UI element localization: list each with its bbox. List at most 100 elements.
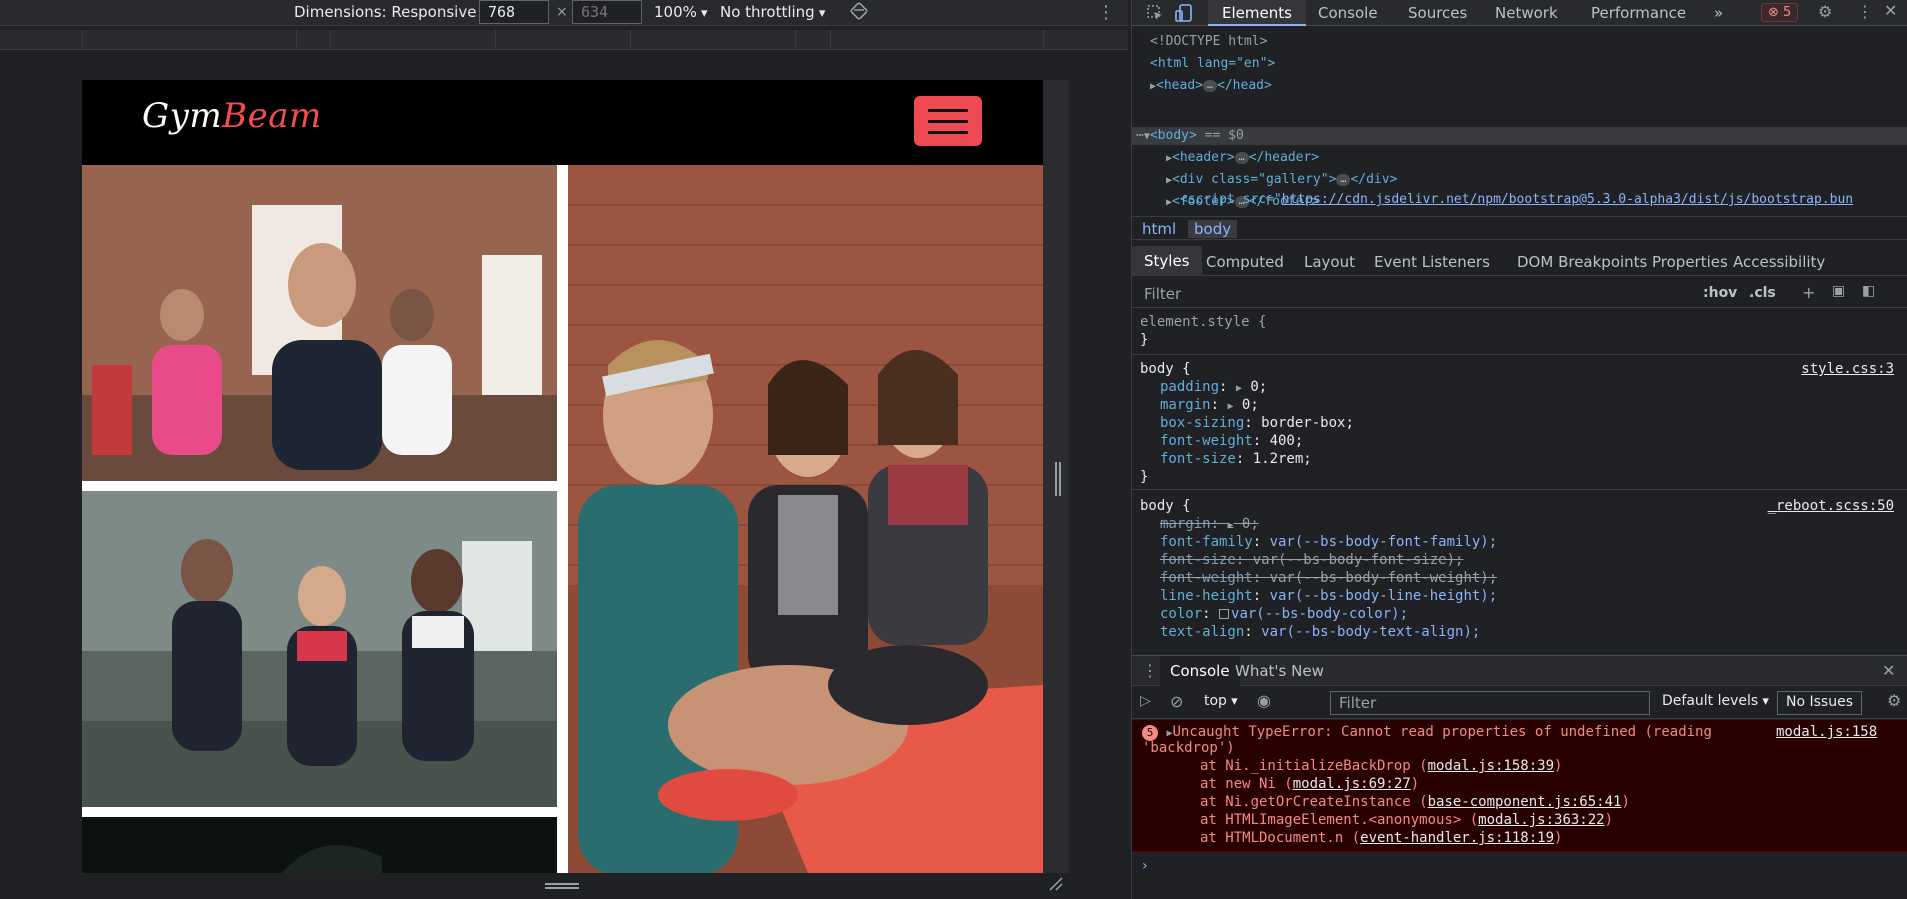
- breadcrumb-html[interactable]: html: [1142, 220, 1176, 238]
- color-swatch[interactable]: [1219, 609, 1230, 619]
- frame-link[interactable]: modal.js:363:22: [1478, 812, 1604, 828]
- tab-elements[interactable]: Elements: [1208, 0, 1306, 26]
- resize-handle-horizontal[interactable]: [1055, 462, 1061, 496]
- rule-selector[interactable]: body {: [1140, 361, 1191, 377]
- tab-computed[interactable]: Computed: [1206, 253, 1284, 271]
- clear-console-icon[interactable]: ⊘: [1170, 692, 1183, 711]
- style-property-overridden[interactable]: font-size: var(--bs-body-font-size);: [1160, 552, 1463, 568]
- tab-performance[interactable]: Performance: [1591, 4, 1686, 22]
- dom-header-node[interactable]: ▶<header>… </header>: [1166, 150, 1319, 165]
- live-expression-eye-icon[interactable]: ◉: [1257, 691, 1271, 710]
- collapsed-ellipsis[interactable]: …: [1203, 79, 1218, 92]
- settings-gear-icon[interactable]: ⚙: [1818, 2, 1832, 21]
- style-property-overridden[interactable]: margin: ▶ 0;: [1160, 516, 1259, 532]
- drawer-tab-console[interactable]: Console: [1160, 656, 1240, 686]
- new-style-rule-icon[interactable]: +: [1802, 283, 1815, 302]
- console-filter-input[interactable]: Filter: [1330, 691, 1650, 715]
- resize-handle-vertical[interactable]: [545, 883, 579, 889]
- sidebar-toggle-icon[interactable]: ▷: [1140, 693, 1151, 709]
- context-selector[interactable]: top: [1204, 693, 1238, 709]
- paint-roller-icon[interactable]: ▣: [1832, 283, 1845, 299]
- cls-toggle[interactable]: .cls: [1749, 285, 1776, 301]
- frame-link[interactable]: modal.js:69:27: [1293, 776, 1411, 792]
- tab-network[interactable]: Network: [1495, 4, 1558, 22]
- style-property[interactable]: text-align: var(--bs-body-text-align);: [1160, 624, 1480, 640]
- style-property[interactable]: margin: ▶ 0;: [1160, 397, 1259, 413]
- gallery-image-dumbbell-class[interactable]: [82, 165, 557, 481]
- log-levels-dropdown[interactable]: Default levels: [1662, 693, 1769, 709]
- more-tabs-icon[interactable]: »: [1714, 4, 1723, 22]
- collapsed-ellipsis[interactable]: …: [1336, 173, 1351, 186]
- element-style-selector[interactable]: element.style {: [1140, 314, 1266, 330]
- gallery-image-kneeling-women[interactable]: [82, 491, 557, 807]
- style-property[interactable]: box-sizing: border-box;: [1160, 415, 1354, 431]
- breadcrumb-body[interactable]: body: [1188, 220, 1238, 238]
- close-drawer-icon[interactable]: ✕: [1882, 661, 1895, 680]
- collapsed-ellipsis[interactable]: …: [1234, 151, 1249, 164]
- style-property[interactable]: color: var(--bs-body-color);: [1160, 606, 1408, 622]
- console-prompt[interactable]: ›: [1142, 858, 1148, 874]
- style-property[interactable]: font-weight: 400;: [1160, 433, 1303, 449]
- error-source-link[interactable]: modal.js:158: [1776, 724, 1877, 740]
- tab-event-listeners[interactable]: Event Listeners: [1374, 253, 1490, 271]
- more-options-icon[interactable]: ⋮: [1857, 2, 1873, 21]
- styles-filter-input[interactable]: Filter: [1144, 285, 1181, 303]
- tab-sources[interactable]: Sources: [1408, 4, 1467, 22]
- tab-accessibility[interactable]: Accessibility: [1733, 253, 1825, 271]
- drawer-menu-icon[interactable]: ⋮: [1142, 661, 1158, 680]
- site-logo[interactable]: GymBeam: [142, 96, 322, 136]
- resize-corner-icon[interactable]: [1048, 876, 1064, 892]
- style-property[interactable]: font-family: var(--bs-body-font-family);: [1160, 534, 1497, 550]
- drawer-tab-whats-new[interactable]: What's New: [1235, 662, 1324, 680]
- dom-head-node[interactable]: ▶<head>… </head>: [1150, 78, 1272, 93]
- style-property[interactable]: font-size: 1.2rem;: [1160, 451, 1312, 467]
- script-src-link[interactable]: https://cdn.jsdelivr.net/npm/bootstrap@5…: [1282, 192, 1853, 207]
- style-property[interactable]: line-height: var(--bs-body-line-height);: [1160, 588, 1497, 604]
- dom-gallery-node[interactable]: ▶<div class="gallery">… </div>: [1166, 172, 1397, 187]
- toggle-sidebar-icon[interactable]: ◧: [1862, 283, 1875, 299]
- tab-properties[interactable]: Properties: [1652, 253, 1728, 271]
- frame-link[interactable]: base-component.js:65:41: [1428, 794, 1622, 810]
- node-more-icon[interactable]: ⋯: [1136, 128, 1144, 143]
- error-count-badge[interactable]: ⊗ 5: [1761, 3, 1799, 22]
- stack-frame: at new Ni (modal.js:69:27): [1200, 776, 1419, 792]
- expand-arrow-icon[interactable]: ▶: [1227, 520, 1233, 531]
- style-property[interactable]: padding: ▶ 0;: [1160, 379, 1267, 395]
- tab-console[interactable]: Console: [1318, 4, 1378, 22]
- rotate-icon[interactable]: [850, 2, 868, 20]
- dom-html-node[interactable]: <html lang="en">: [1150, 56, 1275, 71]
- hamburger-menu-button[interactable]: [914, 96, 982, 146]
- tab-styles[interactable]: Styles: [1132, 246, 1202, 276]
- rule-selector[interactable]: body {: [1140, 498, 1191, 514]
- width-input[interactable]: [479, 0, 549, 24]
- dom-script-row[interactable]: <script src="https://cdn.jsdelivr.net/np…: [1132, 192, 1907, 210]
- dimensions-dropdown[interactable]: Dimensions: Responsive: [294, 3, 487, 21]
- gallery-image-partial[interactable]: [82, 817, 557, 873]
- stack-frame: at Ni.getOrCreateInstance (base-componen…: [1200, 794, 1630, 810]
- frame-link[interactable]: event-handler.js:118:19: [1360, 830, 1554, 846]
- style-property-overridden[interactable]: font-weight: var(--bs-body-font-weight);: [1160, 570, 1497, 586]
- close-devtools-icon[interactable]: ✕: [1884, 1, 1897, 20]
- gallery-image-seated-group[interactable]: [568, 165, 1043, 873]
- expand-arrow-icon[interactable]: ▶: [1227, 401, 1233, 412]
- issues-button[interactable]: No Issues: [1777, 691, 1862, 715]
- device-toolbar-icon[interactable]: [1174, 3, 1194, 23]
- inspect-element-icon[interactable]: [1146, 4, 1164, 22]
- zoom-dropdown[interactable]: 100%: [654, 3, 708, 21]
- rule-source-link[interactable]: _reboot.scss:50: [1768, 498, 1894, 514]
- tab-dom-breakpoints[interactable]: DOM Breakpoints: [1517, 253, 1647, 271]
- hov-toggle[interactable]: :hov: [1703, 285, 1737, 301]
- media-query-ruler: [0, 30, 1128, 50]
- dom-doctype[interactable]: <!DOCTYPE html>: [1150, 34, 1267, 49]
- frame-link[interactable]: modal.js:158:39: [1428, 758, 1554, 774]
- rule-source-link[interactable]: style.css:3: [1801, 361, 1894, 377]
- dom-body-ref: == $0: [1204, 128, 1244, 143]
- more-options-icon[interactable]: ⋮: [1097, 2, 1115, 23]
- height-input[interactable]: [572, 0, 642, 24]
- expand-arrow-icon[interactable]: ▶: [1236, 383, 1242, 394]
- tab-layout[interactable]: Layout: [1304, 253, 1355, 271]
- error-header[interactable]: 5 ▶Uncaught TypeError: Cannot read prope…: [1142, 724, 1712, 741]
- throttling-dropdown[interactable]: No throttling: [720, 3, 825, 21]
- dom-body-node[interactable]: ⋯▼<body> == $0: [1136, 128, 1244, 143]
- console-settings-icon[interactable]: ⚙: [1887, 691, 1901, 710]
